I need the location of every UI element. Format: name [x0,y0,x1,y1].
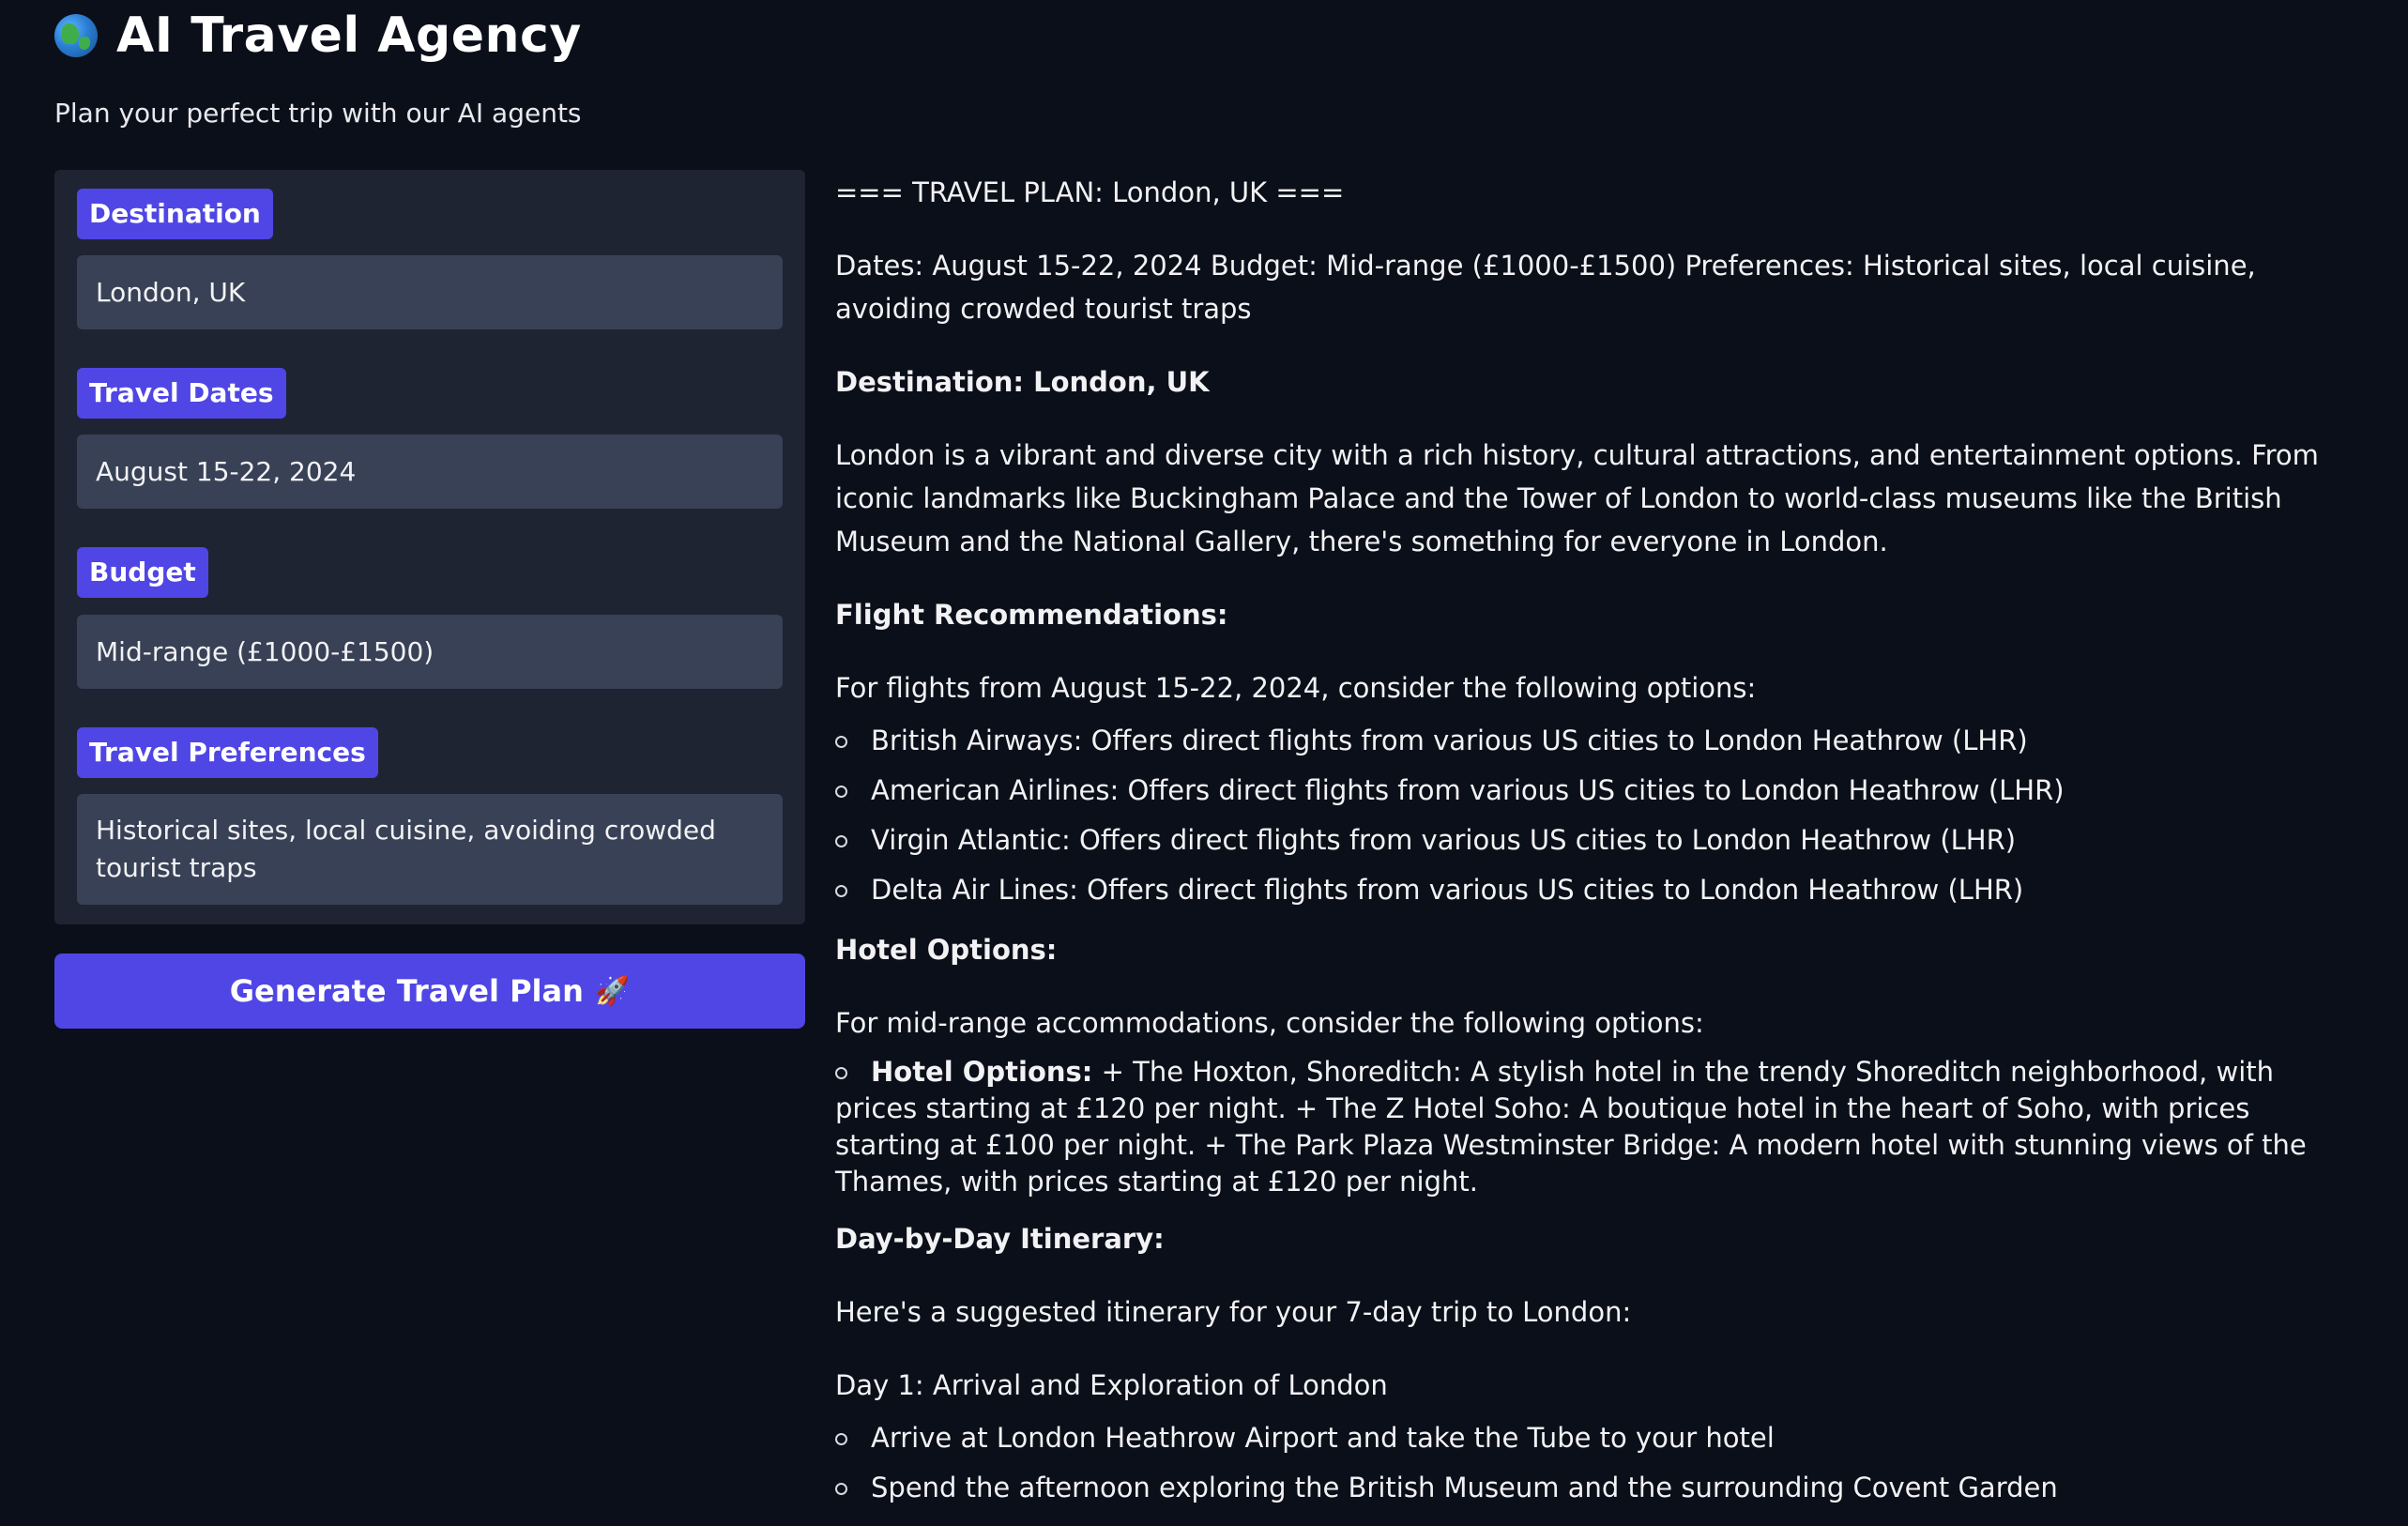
globe-icon [54,14,98,57]
plan-title: === TRAVEL PLAN: London, UK === [835,176,1345,208]
app-title: AI Travel Agency [116,8,582,64]
flight-intro: For flights from August 15-22, 2024, con… [835,672,1757,704]
hotel-heading: Hotel Options: [835,934,1058,966]
list-item: Spend the afternoon exploring the Britis… [835,1466,2337,1509]
app-subtitle: Plan your perfect trip with our AI agent… [54,98,582,129]
day-1-list: Arrive at London Heathrow Airport and ta… [835,1416,2337,1509]
destination-heading: Destination: London, UK [835,366,1210,398]
itinerary-heading: Day-by-Day Itinerary: [835,1223,1165,1255]
list-item: American Airlines: Offers direct flights… [835,769,2337,812]
list-item: Delta Air Lines: Offers direct flights f… [835,868,2337,911]
travel-dates-input[interactable]: August 15-22, 2024 [77,435,783,509]
travel-preferences-input[interactable]: Historical sites, local cuisine, avoidin… [77,794,783,905]
list-item: British Airways: Offers direct flights f… [835,719,2337,762]
budget-input[interactable]: Mid-range (£1000-£1500) [77,615,783,689]
trip-form-panel: Destination London, UK Travel Dates Augu… [54,170,805,924]
destination-label: Destination [77,189,273,239]
destination-input[interactable]: London, UK [77,255,783,329]
day-1-title: Day 1: Arrival and Exploration of London [835,1369,1388,1401]
travel-plan-output: === TRAVEL PLAN: London, UK === Dates: A… [835,171,2337,1526]
flight-list: British Airways: Offers direct flights f… [835,719,2337,911]
hotel-intro: For mid-range accommodations, consider t… [835,1007,1704,1039]
plan-summary: Dates: August 15-22, 2024 Budget: Mid-ra… [835,250,2256,325]
generate-button-label: Generate Travel Plan [229,973,584,1009]
rocket-icon: 🚀 [594,974,631,1008]
flight-heading: Flight Recommendations: [835,599,1228,631]
travel-preferences-label: Travel Preferences [77,727,378,778]
budget-label: Budget [77,547,208,598]
generate-travel-plan-button[interactable]: Generate Travel Plan 🚀 [54,954,805,1029]
itinerary-intro: Here's a suggested itinerary for your 7-… [835,1296,1632,1328]
list-item: Hotel Options: + The Hoxton, Shoreditch:… [835,1054,2337,1200]
app-header: AI Travel Agency [54,6,582,66]
hotel-item-label: Hotel Options: [871,1056,1093,1088]
hotel-list: Hotel Options: + The Hoxton, Shoreditch:… [835,1054,2337,1200]
list-item: Arrive at London Heathrow Airport and ta… [835,1416,2337,1459]
travel-dates-label: Travel Dates [77,368,286,419]
list-item: Virgin Atlantic: Offers direct flights f… [835,818,2337,862]
destination-description: London is a vibrant and diverse city wit… [835,439,2319,557]
